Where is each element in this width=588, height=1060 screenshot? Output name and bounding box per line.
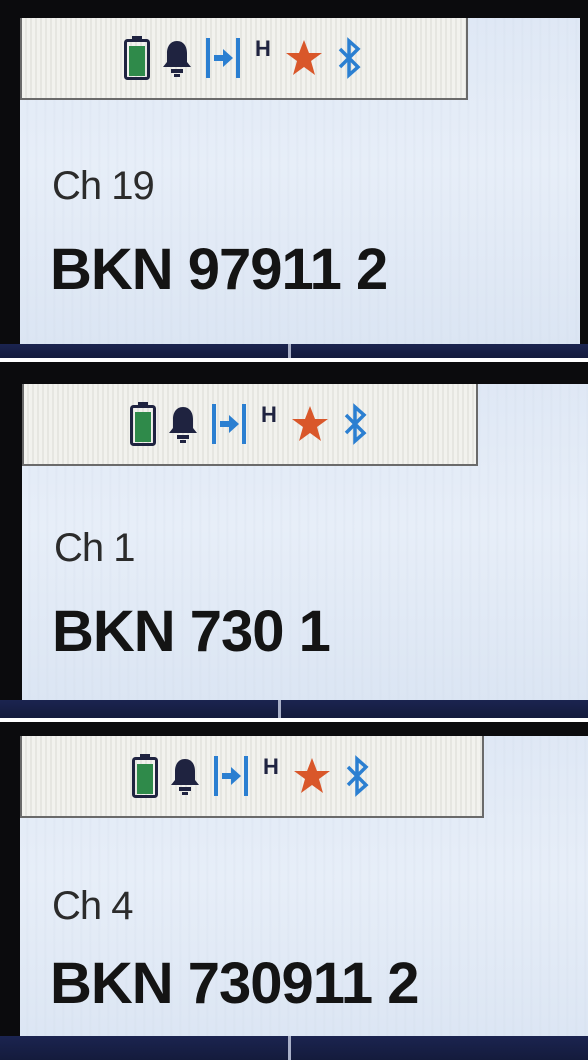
h-label: H <box>263 754 279 779</box>
star-icon <box>290 404 330 444</box>
lcd-screen: H Ch 1 BKN 730 1 <box>22 384 588 702</box>
bezel-divider <box>288 344 291 358</box>
battery-icon <box>124 36 150 80</box>
skip-forward-icon <box>210 402 248 446</box>
star-icon <box>292 756 332 796</box>
star-icon <box>284 38 324 78</box>
h-icon: H <box>260 754 282 798</box>
battery-icon <box>130 402 156 446</box>
h-label: H <box>261 402 277 427</box>
h-label: H <box>255 36 271 61</box>
callsign-label: BKN 730911 2 <box>50 951 419 1016</box>
bezel-bottom <box>0 344 588 358</box>
bezel-divider <box>278 700 281 718</box>
channel-label: Ch 19 <box>52 164 155 208</box>
status-bar: H <box>22 384 478 466</box>
bell-icon <box>168 756 202 796</box>
bluetooth-icon <box>342 755 372 797</box>
lcd-screen: H Ch 4 BKN 730911 2 <box>20 736 588 1050</box>
bezel-divider <box>288 1036 291 1060</box>
display-photo-2: H Ch 1 BKN 730 1 <box>0 362 588 718</box>
h-icon: H <box>252 36 274 80</box>
bezel-bottom <box>0 1036 588 1060</box>
display-photo-1: H Ch 19 BKN 97911 2 <box>0 0 588 358</box>
bell-icon <box>166 404 200 444</box>
callsign-label: BKN 730 1 <box>52 599 331 664</box>
status-bar: H <box>20 18 468 100</box>
skip-forward-icon <box>204 36 242 80</box>
h-icon: H <box>258 402 280 446</box>
skip-forward-icon <box>212 754 250 798</box>
callsign-label: BKN 97911 2 <box>50 237 388 302</box>
channel-label: Ch 4 <box>52 884 133 928</box>
battery-icon <box>132 754 158 798</box>
status-bar: H <box>20 736 484 818</box>
bluetooth-icon <box>340 403 370 445</box>
bluetooth-icon <box>334 37 364 79</box>
channel-label: Ch 1 <box>54 526 135 570</box>
bezel-bottom <box>0 700 588 718</box>
lcd-screen: H Ch 19 BKN 97911 2 <box>20 18 580 344</box>
bell-icon <box>160 38 194 78</box>
display-photo-3: H Ch 4 BKN 730911 2 <box>0 722 588 1060</box>
